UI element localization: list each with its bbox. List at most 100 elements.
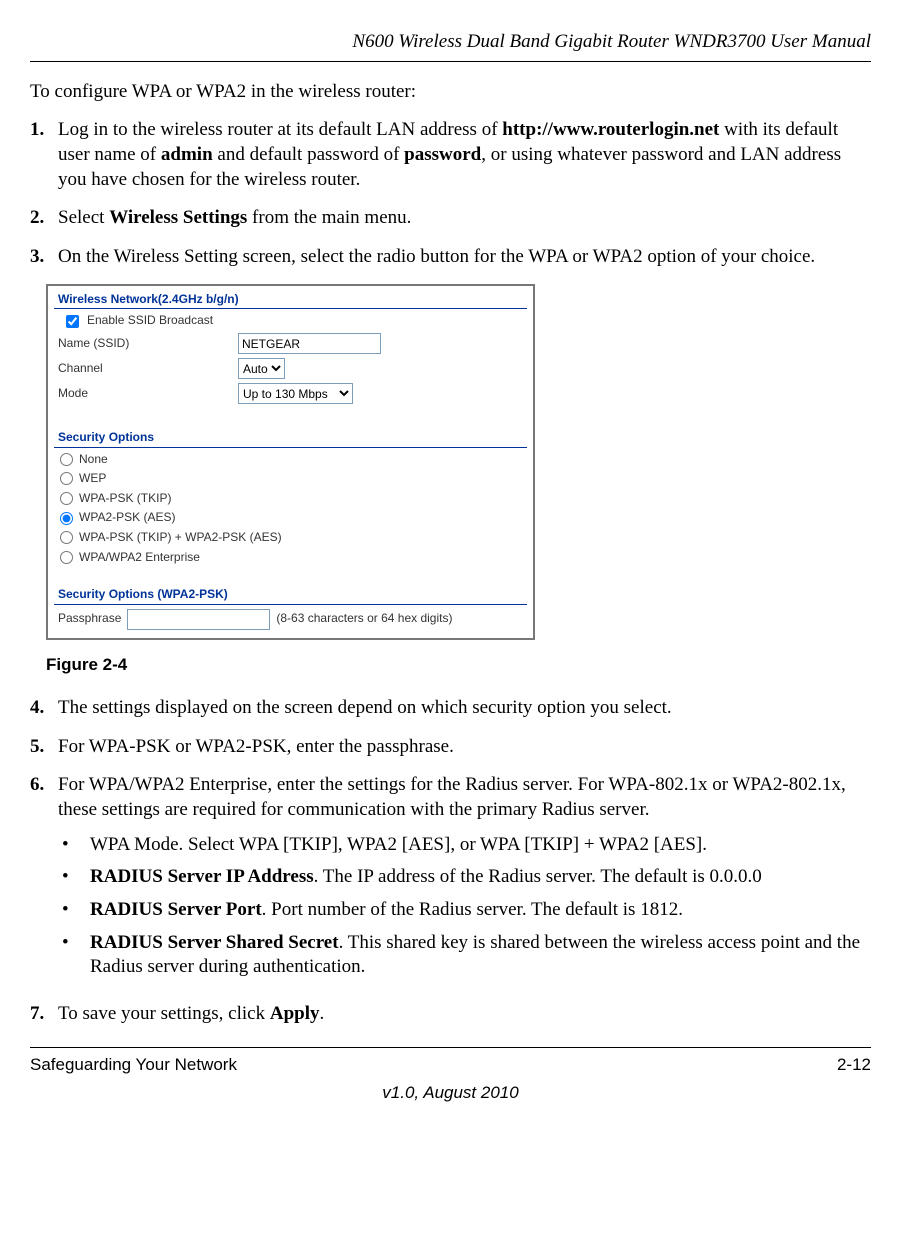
- txt: To save your settings, click: [58, 1003, 270, 1024]
- password-text: password: [404, 144, 481, 165]
- ssid-label: Name (SSID): [58, 336, 238, 352]
- step-num: 5.: [30, 735, 58, 760]
- bold-term: RADIUS Server IP Address: [90, 866, 314, 887]
- channel-row: Channel Auto: [48, 356, 533, 381]
- passphrase-row: Passphrase (8-63 characters or 64 hex di…: [48, 605, 533, 638]
- figure-caption: Figure 2-4: [46, 654, 871, 676]
- txt: Select: [58, 207, 109, 228]
- step-num: 6.: [30, 773, 58, 988]
- mode-row: Mode Up to 130 Mbps: [48, 381, 533, 406]
- step-num: 4.: [30, 696, 58, 721]
- opt-label: WEP: [79, 471, 106, 487]
- radio-wep[interactable]: [60, 472, 73, 485]
- bullet-icon: •: [58, 898, 90, 923]
- step-4: 4. The settings displayed on the screen …: [30, 696, 871, 721]
- txt: . Port number of the Radius server. The …: [262, 899, 683, 920]
- sub-bullets: •WPA Mode. Select WPA [TKIP], WPA2 [AES]…: [58, 833, 871, 980]
- step-num: 2.: [30, 206, 58, 231]
- enable-ssid-checkbox[interactable]: [66, 315, 79, 328]
- panel-head-wireless: Wireless Network(2.4GHz b/g/n): [54, 290, 527, 310]
- step-body: For WPA-PSK or WPA2-PSK, enter the passp…: [58, 735, 871, 760]
- panel-head-security: Security Options: [54, 428, 527, 448]
- txt: RADIUS Server IP Address. The IP address…: [90, 865, 762, 890]
- step-body: On the Wireless Setting screen, select t…: [58, 245, 871, 270]
- passphrase-input[interactable]: [127, 609, 270, 630]
- opt-wpa-wpa2-psk[interactable]: WPA-PSK (TKIP) + WPA2-PSK (AES): [48, 528, 533, 548]
- footer-right: 2-12: [837, 1054, 871, 1076]
- opt-label: WPA-PSK (TKIP) + WPA2-PSK (AES): [79, 530, 282, 546]
- bullet-icon: •: [58, 865, 90, 890]
- mode-select[interactable]: Up to 130 Mbps: [238, 383, 353, 404]
- step-num: 3.: [30, 245, 58, 270]
- enable-ssid-label: Enable SSID Broadcast: [87, 313, 213, 329]
- steps-list-cont: 4. The settings displayed on the screen …: [30, 696, 871, 1027]
- opt-enterprise[interactable]: WPA/WPA2 Enterprise: [48, 548, 533, 568]
- security-options: None WEP WPA-PSK (TKIP) WPA2-PSK (AES) W…: [48, 448, 533, 572]
- opt-label: WPA/WPA2 Enterprise: [79, 550, 200, 566]
- step-3: 3. On the Wireless Setting screen, selec…: [30, 245, 871, 270]
- step-body: To save your settings, click Apply.: [58, 1002, 871, 1027]
- intro-text: To configure WPA or WPA2 in the wireless…: [30, 80, 871, 105]
- mode-label: Mode: [58, 386, 238, 402]
- step-body: Select Wireless Settings from the main m…: [58, 206, 871, 231]
- enable-ssid-row: Enable SSID Broadcast: [48, 309, 533, 331]
- bold-term: RADIUS Server Shared Secret: [90, 932, 339, 953]
- login-url: http://www.routerlogin.net: [502, 119, 719, 140]
- txt: RADIUS Server Port. Port number of the R…: [90, 898, 683, 923]
- step-num: 1.: [30, 118, 58, 192]
- radio-wpa-psk[interactable]: [60, 492, 73, 505]
- radio-enterprise[interactable]: [60, 551, 73, 564]
- footer-center: v1.0, August 2010: [30, 1082, 871, 1104]
- channel-select[interactable]: Auto: [238, 358, 285, 379]
- bullet-radius-secret: •RADIUS Server Shared Secret. This share…: [58, 931, 871, 980]
- step-num: 7.: [30, 1002, 58, 1027]
- panel-head-wpa2psk: Security Options (WPA2-PSK): [54, 585, 527, 605]
- bullet-radius-port: •RADIUS Server Port. Port number of the …: [58, 898, 871, 923]
- passphrase-hint: (8-63 characters or 64 hex digits): [276, 611, 452, 627]
- header-rule: [30, 61, 871, 62]
- wireless-settings-text: Wireless Settings: [109, 207, 247, 228]
- doc-header: N600 Wireless Dual Band Gigabit Router W…: [30, 30, 871, 55]
- opt-wpa2-psk[interactable]: WPA2-PSK (AES): [48, 508, 533, 528]
- footer-left: Safeguarding Your Network: [30, 1054, 237, 1076]
- opt-none[interactable]: None: [48, 450, 533, 470]
- txt: . The IP address of the Radius server. T…: [314, 866, 762, 887]
- radio-none[interactable]: [60, 453, 73, 466]
- step-body: For WPA/WPA2 Enterprise, enter the setti…: [58, 773, 871, 988]
- bold-term: RADIUS Server Port: [90, 899, 262, 920]
- step-7: 7. To save your settings, click Apply.: [30, 1002, 871, 1027]
- steps-list: 1. Log in to the wireless router at its …: [30, 118, 871, 269]
- step-2: 2. Select Wireless Settings from the mai…: [30, 206, 871, 231]
- ssid-row: Name (SSID): [48, 331, 533, 356]
- ssid-input[interactable]: [238, 333, 381, 354]
- passphrase-label: Passphrase: [58, 611, 121, 627]
- bullet-icon: •: [58, 931, 90, 980]
- channel-label: Channel: [58, 361, 238, 377]
- txt: from the main menu.: [247, 207, 411, 228]
- txt: RADIUS Server Shared Secret. This shared…: [90, 931, 871, 980]
- radio-wpa2-psk[interactable]: [60, 512, 73, 525]
- radio-wpa-wpa2-psk[interactable]: [60, 531, 73, 544]
- opt-wep[interactable]: WEP: [48, 469, 533, 489]
- bullet-icon: •: [58, 833, 90, 858]
- step-body: The settings displayed on the screen dep…: [58, 696, 871, 721]
- txt: and default password of: [213, 144, 405, 165]
- opt-label: None: [79, 452, 108, 468]
- step-5: 5. For WPA-PSK or WPA2-PSK, enter the pa…: [30, 735, 871, 760]
- step-1: 1. Log in to the wireless router at its …: [30, 118, 871, 192]
- step-6: 6. For WPA/WPA2 Enterprise, enter the se…: [30, 773, 871, 988]
- txt: .: [320, 1003, 325, 1024]
- apply-text: Apply: [270, 1003, 320, 1024]
- txt: Log in to the wireless router at its def…: [58, 119, 502, 140]
- step-body: Log in to the wireless router at its def…: [58, 118, 871, 192]
- opt-label: WPA2-PSK (AES): [79, 510, 175, 526]
- bullet-wpa-mode: •WPA Mode. Select WPA [TKIP], WPA2 [AES]…: [58, 833, 871, 858]
- router-settings-panel: Wireless Network(2.4GHz b/g/n) Enable SS…: [46, 284, 535, 640]
- footer: Safeguarding Your Network 2-12: [30, 1054, 871, 1076]
- admin-text: admin: [161, 144, 213, 165]
- footer-rule: [30, 1047, 871, 1048]
- opt-wpa-psk[interactable]: WPA-PSK (TKIP): [48, 489, 533, 509]
- bullet-radius-ip: •RADIUS Server IP Address. The IP addres…: [58, 865, 871, 890]
- opt-label: WPA-PSK (TKIP): [79, 491, 171, 507]
- txt: For WPA/WPA2 Enterprise, enter the setti…: [58, 774, 846, 820]
